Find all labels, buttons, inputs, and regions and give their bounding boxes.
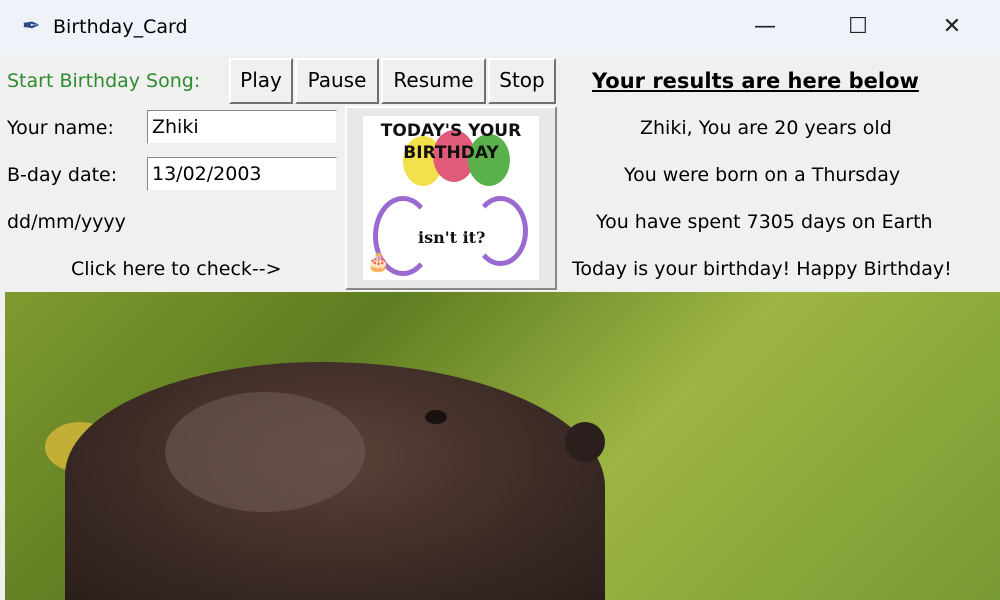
card-line-1: TODAY'S YOUR xyxy=(380,121,522,141)
pause-button[interactable]: Pause xyxy=(295,58,379,104)
result-days: You have spent 7305 days on Earth xyxy=(596,211,933,233)
name-label: Your name: xyxy=(7,117,114,139)
result-weekday: You were born on a Thursday xyxy=(624,164,901,186)
results-heading: Your results are here below xyxy=(592,69,919,93)
card-line-3: isn't it? xyxy=(418,228,486,247)
song-label: Start Birthday Song: xyxy=(7,70,201,92)
resume-button[interactable]: Resume xyxy=(381,58,486,104)
maximize-button[interactable]: ☐ xyxy=(835,8,881,46)
date-label: B-day date: xyxy=(7,164,118,186)
title-bar: ✒ Birthday_Card — ☐ ✕ xyxy=(0,0,1000,54)
groundhog-photo xyxy=(5,292,1000,600)
date-format-hint: dd/mm/yyyy xyxy=(7,211,126,233)
result-age: Zhiki, You are 20 years old xyxy=(640,117,892,139)
birthday-card-image: TODAY'S YOUR BIRTHDAY isn't it? 🎂 xyxy=(363,116,539,280)
date-input[interactable] xyxy=(147,157,337,191)
cake-icon: 🎂 xyxy=(367,252,390,273)
minimize-button[interactable]: — xyxy=(742,8,788,46)
play-button[interactable]: Play xyxy=(229,58,293,104)
close-button[interactable]: ✕ xyxy=(929,8,975,46)
result-today: Today is your birthday! Happy Birthday! xyxy=(572,258,952,280)
card-line-2: BIRTHDAY xyxy=(403,143,499,163)
name-input[interactable] xyxy=(147,110,337,144)
birthday-card-button[interactable]: TODAY'S YOUR BIRTHDAY isn't it? 🎂 xyxy=(345,106,557,290)
app-feather-icon: ✒ xyxy=(22,14,41,39)
stop-button[interactable]: Stop xyxy=(488,58,556,104)
check-label: Click here to check--> xyxy=(71,258,282,280)
window-title: Birthday_Card xyxy=(53,16,188,38)
